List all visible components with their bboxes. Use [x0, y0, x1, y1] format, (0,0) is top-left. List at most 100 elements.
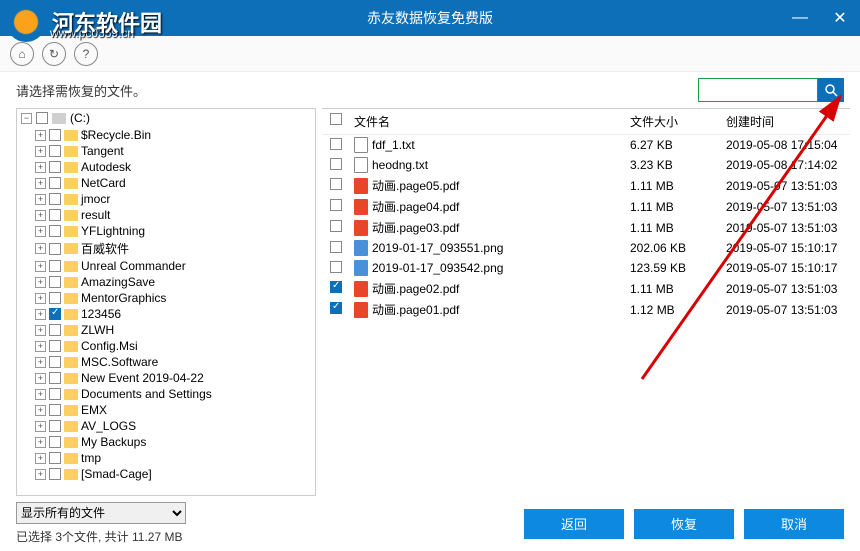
tree-root[interactable]: − (C:) [17, 109, 315, 127]
tree-checkbox[interactable] [49, 388, 61, 400]
tree-item[interactable]: +tmp [17, 450, 315, 466]
expand-icon[interactable]: + [35, 178, 46, 189]
tree-item[interactable]: +Autodesk [17, 159, 315, 175]
expand-icon[interactable]: + [35, 146, 46, 157]
expand-icon[interactable]: + [35, 389, 46, 400]
tree-item[interactable]: +$Recycle.Bin [17, 127, 315, 143]
tree-item[interactable]: +New Event 2019-04-22 [17, 370, 315, 386]
filter-select[interactable]: 显示所有的文件 [16, 502, 186, 524]
expand-icon[interactable]: + [35, 277, 46, 288]
tree-item[interactable]: +[Smad-Cage] [17, 466, 315, 482]
file-row[interactable]: 动画.page04.pdf1.11 MB2019-05-07 13:51:03 [322, 196, 850, 217]
tree-checkbox[interactable] [49, 145, 61, 157]
expand-icon[interactable]: + [35, 373, 46, 384]
tree-checkbox[interactable] [49, 161, 61, 173]
tree-checkbox[interactable] [49, 420, 61, 432]
cancel-button[interactable]: 取消 [744, 509, 844, 539]
tree-checkbox[interactable] [49, 356, 61, 368]
expand-icon[interactable]: + [35, 325, 46, 336]
expand-icon[interactable]: + [35, 210, 46, 221]
tree-checkbox[interactable] [49, 225, 61, 237]
tree-item[interactable]: +My Backups [17, 434, 315, 450]
expand-icon[interactable]: + [35, 243, 46, 254]
tree-checkbox[interactable] [49, 436, 61, 448]
tree-checkbox[interactable] [49, 372, 61, 384]
tree-item[interactable]: +123456 [17, 306, 315, 322]
tree-item[interactable]: +ZLWH [17, 322, 315, 338]
minimize-button[interactable]: — [780, 0, 820, 36]
col-name[interactable]: 文件名 [354, 113, 630, 130]
tree-checkbox[interactable] [49, 177, 61, 189]
select-all-checkbox[interactable] [330, 113, 342, 125]
col-time[interactable]: 创建时间 [726, 113, 850, 130]
expand-icon[interactable]: + [35, 469, 46, 480]
tree-checkbox[interactable] [36, 112, 48, 124]
tree-item[interactable]: +AmazingSave [17, 274, 315, 290]
tree-checkbox[interactable] [49, 129, 61, 141]
expand-icon[interactable]: + [35, 357, 46, 368]
expand-icon[interactable]: + [35, 453, 46, 464]
expand-icon[interactable]: − [21, 113, 32, 124]
expand-icon[interactable]: + [35, 437, 46, 448]
back-button[interactable]: 返回 [524, 509, 624, 539]
tree-item[interactable]: +YFLightning [17, 223, 315, 239]
tree-checkbox[interactable] [49, 276, 61, 288]
search-input[interactable] [698, 78, 818, 102]
expand-icon[interactable]: + [35, 293, 46, 304]
tree-item[interactable]: +百威软件 [17, 239, 315, 258]
expand-icon[interactable]: + [35, 261, 46, 272]
tree-checkbox[interactable] [49, 308, 61, 320]
file-checkbox[interactable] [330, 241, 342, 253]
file-row[interactable]: 动画.page03.pdf1.11 MB2019-05-07 13:51:03 [322, 217, 850, 238]
expand-icon[interactable]: + [35, 226, 46, 237]
tree-item[interactable]: +jmocr [17, 191, 315, 207]
tree-item[interactable]: +MSC.Software [17, 354, 315, 370]
file-row[interactable]: 2019-01-17_093542.png123.59 KB2019-05-07… [322, 258, 850, 278]
tree-item[interactable]: +Unreal Commander [17, 258, 315, 274]
expand-icon[interactable]: + [35, 341, 46, 352]
expand-icon[interactable]: + [35, 162, 46, 173]
tree-checkbox[interactable] [49, 324, 61, 336]
toolbar-home-button[interactable]: ⌂ [10, 42, 34, 66]
tree-checkbox[interactable] [49, 292, 61, 304]
tree-item[interactable]: +MentorGraphics [17, 290, 315, 306]
toolbar-help-button[interactable]: ? [74, 42, 98, 66]
tree-checkbox[interactable] [49, 340, 61, 352]
tree-item[interactable]: +Config.Msi [17, 338, 315, 354]
expand-icon[interactable]: + [35, 309, 46, 320]
tree-checkbox[interactable] [49, 468, 61, 480]
expand-icon[interactable]: + [35, 405, 46, 416]
file-row[interactable]: fdf_1.txt6.27 KB2019-05-08 17:15:04 [322, 135, 850, 155]
file-row[interactable]: 动画.page01.pdf1.12 MB2019-05-07 13:51:03 [322, 299, 850, 320]
close-button[interactable]: ✕ [820, 0, 860, 36]
toolbar-refresh-button[interactable]: ↻ [42, 42, 66, 66]
tree-item[interactable]: +AV_LOGS [17, 418, 315, 434]
folder-tree[interactable]: − (C:) +$Recycle.Bin+Tangent+Autodesk+Ne… [16, 108, 316, 496]
file-checkbox[interactable] [330, 199, 342, 211]
tree-item[interactable]: +Documents and Settings [17, 386, 315, 402]
tree-checkbox[interactable] [49, 209, 61, 221]
file-row[interactable]: heodng.txt3.23 KB2019-05-08 17:14:02 [322, 155, 850, 175]
tree-checkbox[interactable] [49, 404, 61, 416]
file-checkbox[interactable] [330, 261, 342, 273]
file-checkbox[interactable] [330, 302, 342, 314]
file-checkbox[interactable] [330, 178, 342, 190]
search-button[interactable] [818, 78, 844, 102]
file-checkbox[interactable] [330, 138, 342, 150]
recover-button[interactable]: 恢复 [634, 509, 734, 539]
tree-checkbox[interactable] [49, 193, 61, 205]
file-row[interactable]: 动画.page02.pdf1.11 MB2019-05-07 13:51:03 [322, 278, 850, 299]
file-row[interactable]: 动画.page05.pdf1.11 MB2019-05-07 13:51:03 [322, 175, 850, 196]
tree-item[interactable]: +NetCard [17, 175, 315, 191]
tree-checkbox[interactable] [49, 260, 61, 272]
tree-checkbox[interactable] [49, 243, 61, 255]
file-row[interactable]: 2019-01-17_093551.png202.06 KB2019-05-07… [322, 238, 850, 258]
file-checkbox[interactable] [330, 220, 342, 232]
tree-checkbox[interactable] [49, 452, 61, 464]
tree-item[interactable]: +Tangent [17, 143, 315, 159]
file-checkbox[interactable] [330, 281, 342, 293]
expand-icon[interactable]: + [35, 421, 46, 432]
expand-icon[interactable]: + [35, 194, 46, 205]
tree-item[interactable]: +EMX [17, 402, 315, 418]
tree-item[interactable]: +result [17, 207, 315, 223]
